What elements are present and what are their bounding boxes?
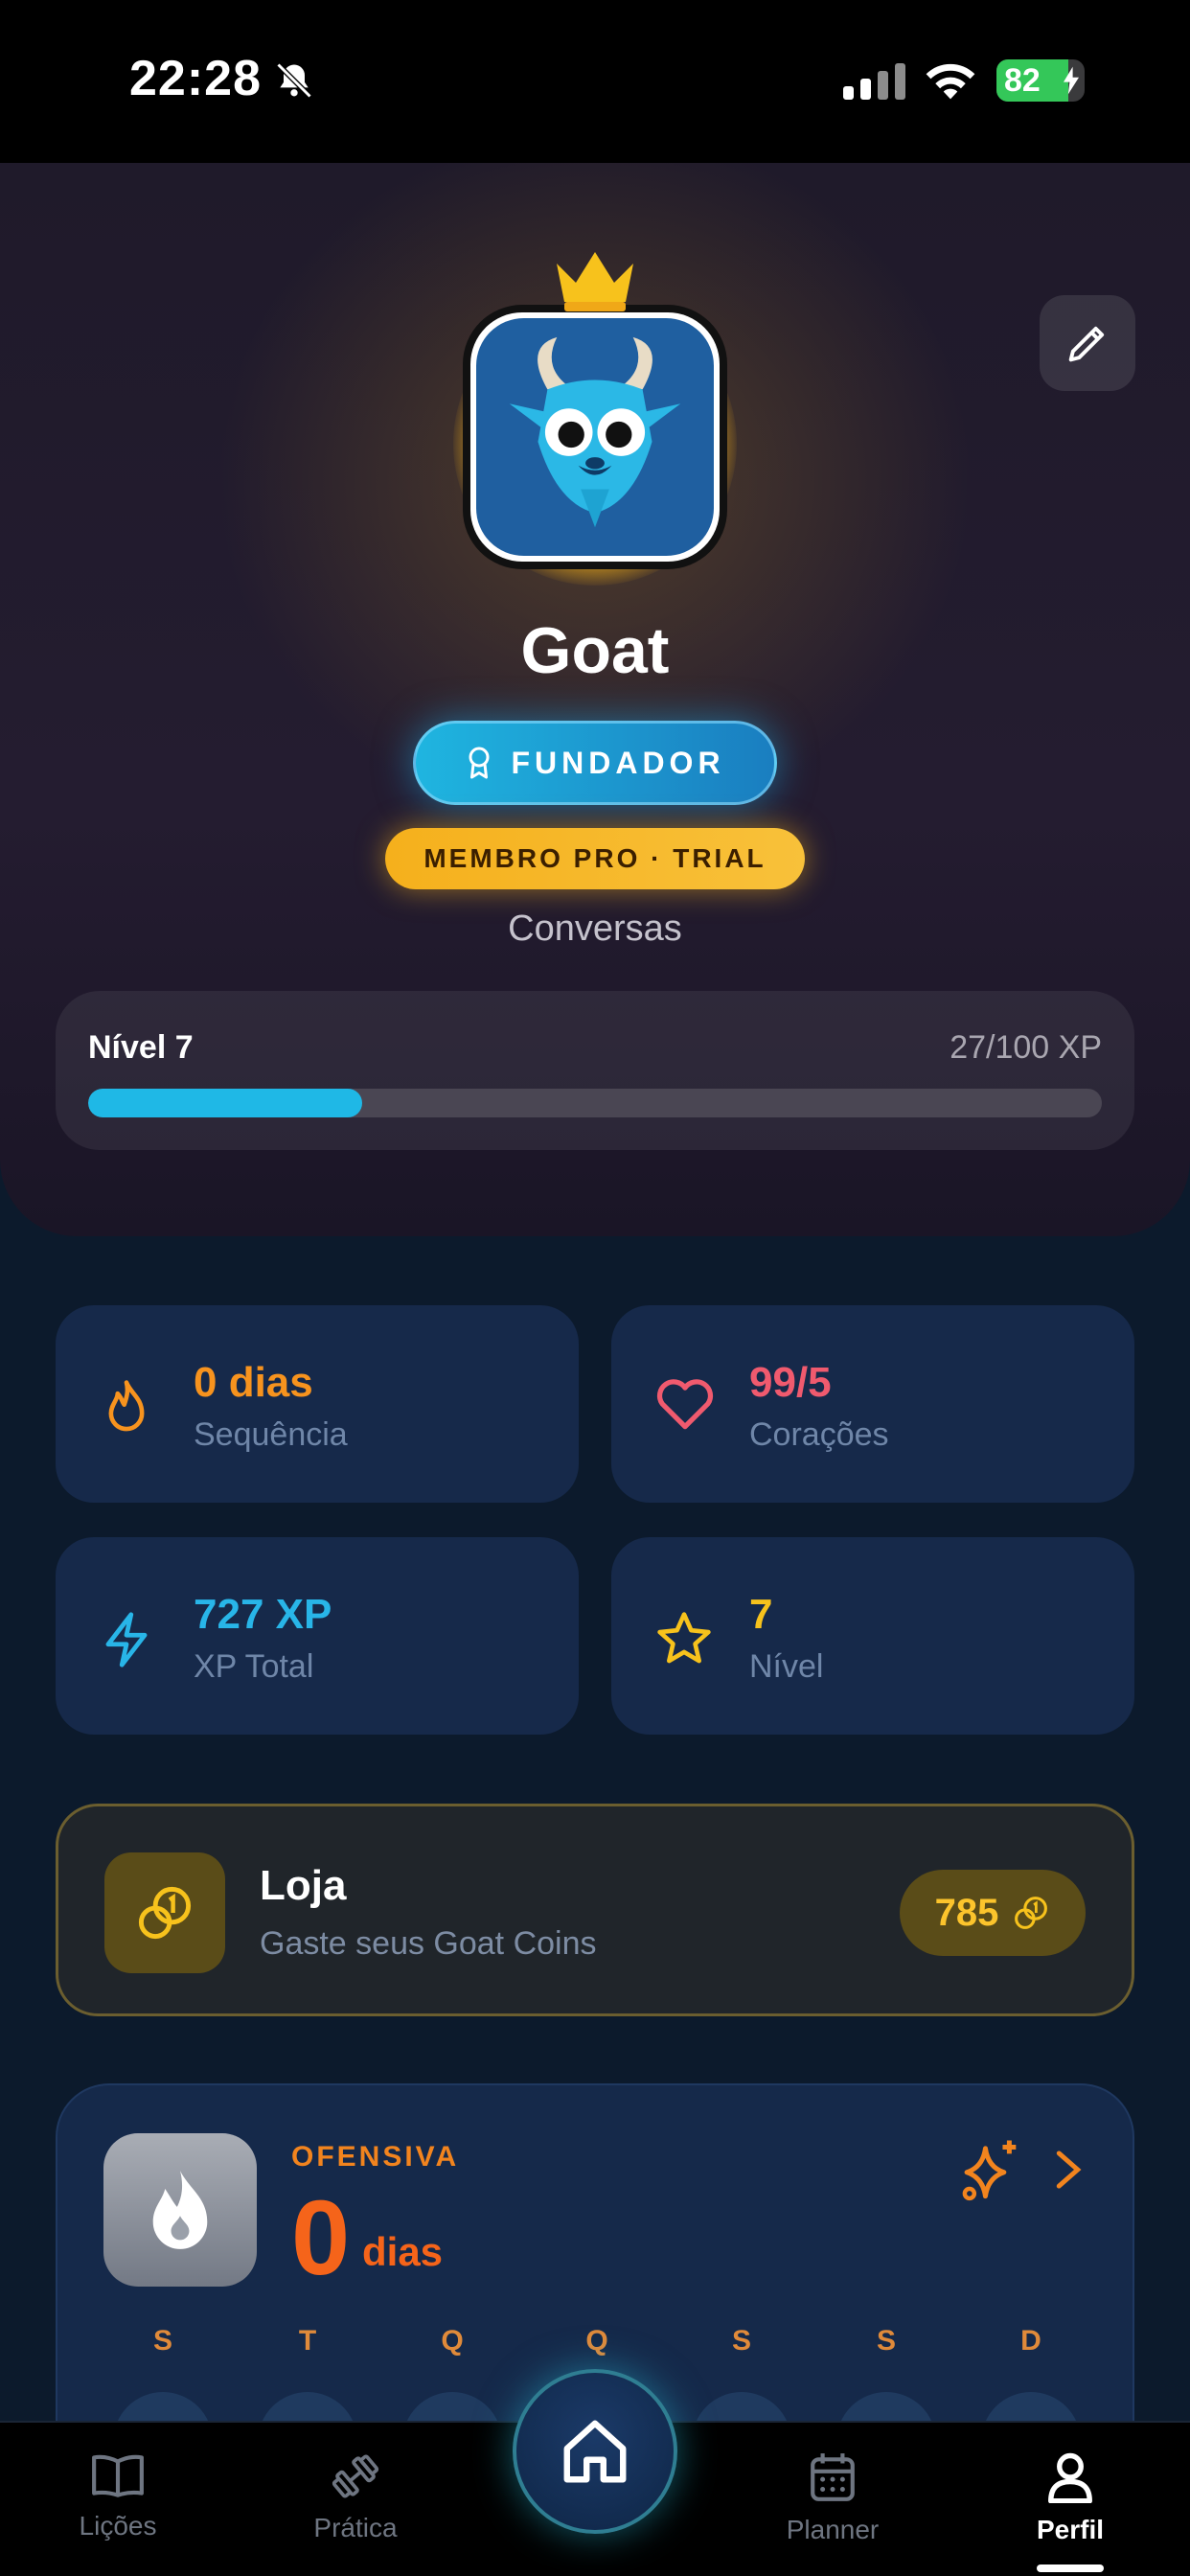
goat-mascot-icon (476, 318, 714, 556)
stat-value: 0 dias (194, 1359, 313, 1406)
chevron-right-icon[interactable] (1054, 2149, 1083, 2191)
tab-label: Lições (79, 2511, 157, 2541)
stat-value: 727 XP (194, 1591, 332, 1638)
stat-label: Nível (749, 1648, 824, 1685)
charging-bolt-icon (1064, 66, 1079, 95)
status-time: 22:28 (129, 51, 262, 106)
battery-indicator: 82 (996, 59, 1085, 102)
coins-icon (138, 1886, 192, 1940)
coin-balance: 785 (900, 1870, 1086, 1956)
stat-card-streak[interactable]: 0 dias Sequência (56, 1305, 579, 1503)
xp-progress-text: 27/100 XP (950, 1029, 1102, 1066)
coin-balance-value: 785 (934, 1891, 999, 1934)
founder-badge: FUNDADOR (413, 721, 777, 805)
week-day-letter: S (731, 2325, 751, 2357)
level-progress-card: Nível 7 27/100 XP (56, 991, 1134, 1150)
tab-label: Perfil (1036, 2515, 1105, 2544)
founder-badge-label: FUNDADOR (511, 745, 725, 780)
shop-subtitle: Gaste seus Goat Coins (260, 1925, 597, 1962)
pencil-icon (1068, 326, 1105, 362)
wifi-icon (926, 63, 975, 100)
tab-pratica[interactable]: Prática (279, 2451, 432, 2543)
dumbbell-icon (332, 2454, 379, 2498)
status-bar: 22:28 82 (0, 0, 1190, 163)
tab-label: Prática (313, 2513, 398, 2542)
stat-card-total-xp[interactable]: 727 XP XP Total (56, 1537, 579, 1735)
level-label: Nível 7 (88, 1029, 194, 1066)
pro-trial-badge: MEMBRO PRO · TRIAL (385, 828, 805, 889)
coins-icon (1015, 1897, 1048, 1929)
streak-kicker: OFENSIVA (291, 2141, 460, 2173)
stat-value: 7 (749, 1591, 773, 1638)
streak-flame-box (103, 2133, 257, 2287)
stat-value: 99/5 (749, 1359, 832, 1406)
award-ribbon-icon (469, 747, 490, 779)
calendar-icon (811, 2453, 855, 2501)
heart-icon (656, 1379, 714, 1430)
tab-licoes[interactable]: Lições (41, 2451, 195, 2542)
tab-planner[interactable]: Planner (756, 2451, 909, 2545)
week-day-letter: Q (585, 2325, 608, 2357)
profile-name: Goat (520, 614, 670, 687)
active-tab-indicator (1037, 2564, 1104, 2572)
sparkles-icon[interactable] (956, 2135, 1025, 2204)
battery-level: 82 (1004, 62, 1041, 99)
week-day-letter: T (298, 2325, 317, 2357)
crown-icon (557, 252, 633, 311)
shop-icon-box (104, 1852, 225, 1973)
streak-count: 0 (291, 2179, 351, 2297)
star-icon (657, 1612, 711, 1664)
streak-unit: dias (362, 2229, 444, 2274)
flame-icon (108, 1380, 145, 1432)
stat-label: XP Total (194, 1648, 314, 1685)
cellular-signal-icon (843, 63, 905, 100)
stat-card-level[interactable]: 7 Nível (611, 1537, 1134, 1735)
shop-card[interactable]: Loja Gaste seus Goat Coins 785 (56, 1804, 1134, 2016)
week-day-letter: Q (441, 2325, 464, 2357)
week-day-letter: S (152, 2325, 172, 2357)
pro-trial-badge-label: MEMBRO PRO · TRIAL (423, 843, 767, 873)
stat-card-hearts[interactable]: 99/5 Corações (611, 1305, 1134, 1503)
home-icon (563, 2420, 627, 2483)
avatar[interactable] (463, 305, 727, 569)
week-day-letter: D (1020, 2325, 1041, 2357)
flame-icon (152, 2171, 208, 2249)
book-icon (92, 2454, 144, 2497)
xp-progress-fill (88, 1089, 362, 1117)
stat-label: Sequência (194, 1416, 348, 1453)
week-day-letter: S (876, 2325, 896, 2357)
shop-title: Loja (260, 1862, 347, 1909)
bell-muted-icon (276, 62, 312, 99)
profile-subtitle: Conversas (508, 908, 682, 949)
xp-progress-track (88, 1089, 1102, 1117)
tab-label: Planner (786, 2515, 880, 2544)
tab-perfil[interactable]: Perfil (994, 2451, 1147, 2545)
person-icon (1048, 2452, 1092, 2503)
lightning-icon (105, 1612, 148, 1668)
edit-profile-button[interactable] (1040, 295, 1135, 391)
home-button[interactable] (513, 2369, 677, 2534)
stat-label: Corações (749, 1416, 889, 1453)
